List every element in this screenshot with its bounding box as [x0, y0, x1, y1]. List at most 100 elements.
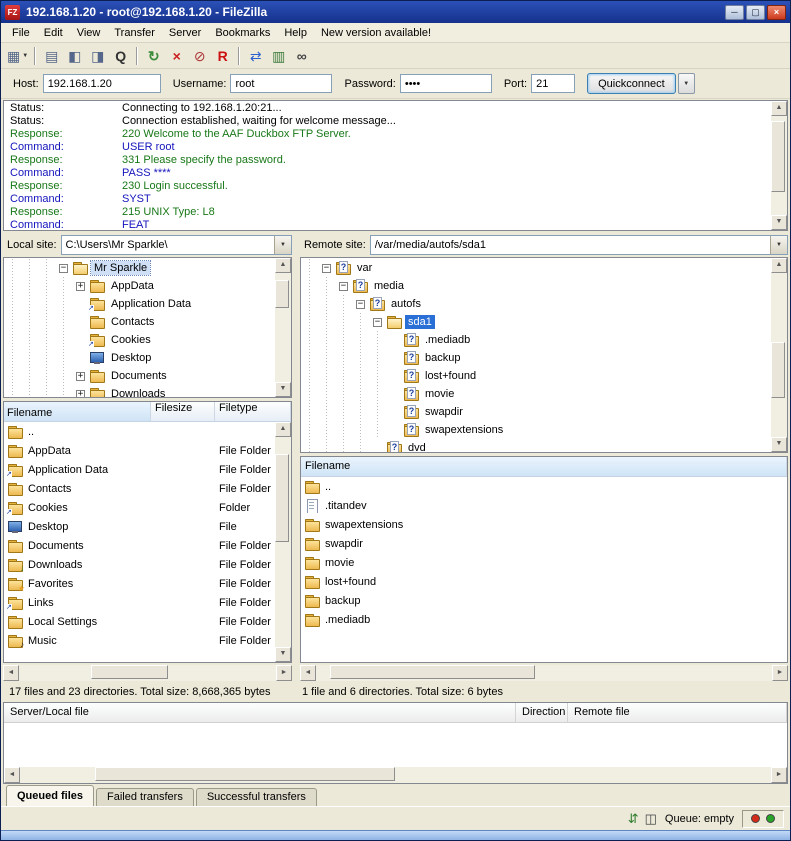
- file-row-titandev[interactable]: .titandev: [301, 496, 787, 515]
- tree-item-media[interactable]: −?media: [301, 277, 771, 295]
- file-row-movie[interactable]: movie: [301, 553, 787, 572]
- expander-minus-icon[interactable]: −: [373, 318, 382, 327]
- scroll-down-button[interactable]: ▼: [771, 437, 787, 452]
- scrollbar-thumb[interactable]: [275, 454, 289, 542]
- file-row-mediadb[interactable]: .mediadb: [301, 610, 787, 629]
- expander-plus-icon[interactable]: +: [76, 372, 85, 381]
- maximize-button[interactable]: ▢: [746, 5, 765, 20]
- file-row-contacts[interactable]: ContactsFile Folder: [4, 479, 275, 498]
- scroll-down-button[interactable]: ▼: [771, 215, 787, 230]
- port-input[interactable]: [531, 74, 575, 93]
- tree-item-sda1[interactable]: −sda1: [301, 313, 771, 331]
- queue-column-direction[interactable]: Direction: [516, 703, 568, 722]
- scroll-left-button[interactable]: ◄: [4, 767, 20, 783]
- scroll-right-button[interactable]: ►: [276, 665, 292, 681]
- menu-item-help[interactable]: Help: [277, 25, 314, 41]
- tree-item-cookies[interactable]: ↗Cookies: [4, 331, 275, 349]
- directory-comparison-icon[interactable]: ◫: [645, 812, 657, 825]
- toolbar-synchronized-browsing-button[interactable]: ⇄: [244, 45, 267, 67]
- tree-item-documents[interactable]: +Documents: [4, 367, 275, 385]
- expander-plus-icon[interactable]: +: [76, 282, 85, 291]
- file-row-application-data[interactable]: ↗Application DataFile Folder: [4, 460, 275, 479]
- file-row-documents[interactable]: DocumentsFile Folder: [4, 536, 275, 555]
- menu-item-view[interactable]: View: [70, 25, 108, 41]
- expander-plus-icon[interactable]: +: [76, 390, 85, 398]
- tree-item-dvd[interactable]: ?dvd: [301, 439, 771, 452]
- toolbar-toggle-remote-tree-button[interactable]: ◨: [86, 45, 109, 67]
- file-row-music[interactable]: ♪MusicFile Folder: [4, 631, 275, 650]
- column-header-filename-remote[interactable]: Filename: [301, 457, 787, 476]
- scroll-left-button[interactable]: ◄: [3, 665, 19, 681]
- toolbar-toggle-message-log-button[interactable]: ▤: [40, 45, 63, 67]
- scrollbar-thumb[interactable]: [771, 121, 785, 192]
- toolbar-cancel-button[interactable]: ×: [165, 45, 188, 67]
- scrollbar-thumb[interactable]: [771, 342, 785, 398]
- tree-item-movie[interactable]: ?movie: [301, 385, 771, 403]
- vertical-scrollbar[interactable]: ▲▼: [771, 258, 787, 452]
- column-header-filesize[interactable]: Filesize: [151, 402, 215, 421]
- remote-hscroll[interactable]: ◄►: [300, 665, 788, 681]
- column-header-filetype[interactable]: Filetype: [215, 402, 291, 421]
- file-row-swapdir[interactable]: swapdir: [301, 534, 787, 553]
- close-button[interactable]: ×: [767, 5, 786, 20]
- file-row-favorites[interactable]: ★FavoritesFile Folder: [4, 574, 275, 593]
- queue-column-remote-file[interactable]: Remote file: [568, 703, 787, 722]
- file-row-up[interactable]: ..: [301, 477, 787, 496]
- remote-site-dropdown-button[interactable]: ▼: [770, 236, 787, 254]
- quickconnect-dropdown-button[interactable]: ▼: [678, 73, 695, 94]
- minimize-button[interactable]: ─: [725, 5, 744, 20]
- scroll-down-button[interactable]: ▼: [275, 382, 291, 397]
- tree-item-desktop[interactable]: Desktop: [4, 349, 275, 367]
- tree-item-mr-sparkle[interactable]: −Mr Sparkle: [4, 259, 275, 277]
- vertical-scrollbar[interactable]: ▲▼: [275, 422, 291, 662]
- tree-item-downloads[interactable]: +↓Downloads: [4, 385, 275, 397]
- toolbar-disconnect-button[interactable]: ⊘: [188, 45, 211, 67]
- scrollbar-thumb[interactable]: [275, 280, 289, 308]
- file-row-backup[interactable]: backup: [301, 591, 787, 610]
- toolbar-refresh-button[interactable]: ↻: [142, 45, 165, 67]
- tree-item-mediadb[interactable]: ?.mediadb: [301, 331, 771, 349]
- tree-item-contacts[interactable]: Contacts: [4, 313, 275, 331]
- toolbar-toggle-transfer-queue-button[interactable]: Q: [109, 45, 132, 67]
- queue-hscroll[interactable]: ◄►: [4, 767, 787, 783]
- file-row-swapextensions[interactable]: swapextensions: [301, 515, 787, 534]
- queue-column-local-file[interactable]: Server/Local file: [4, 703, 516, 722]
- expander-minus-icon[interactable]: −: [59, 264, 68, 273]
- tree-item-autofs[interactable]: −?autofs: [301, 295, 771, 313]
- file-row-cookies[interactable]: ↗CookiesFolder: [4, 498, 275, 517]
- file-row-desktop[interactable]: DesktopFile: [4, 517, 275, 536]
- toolbar-find-files-button[interactable]: ∞: [290, 45, 313, 67]
- tree-item-application-data[interactable]: ↗Application Data: [4, 295, 275, 313]
- scroll-down-button[interactable]: ▼: [275, 647, 291, 662]
- scroll-right-button[interactable]: ►: [772, 665, 788, 681]
- scrollbar-thumb[interactable]: [330, 665, 535, 679]
- scroll-up-button[interactable]: ▲: [275, 422, 291, 437]
- vertical-scrollbar[interactable]: ▲▼: [771, 101, 787, 230]
- username-input[interactable]: [230, 74, 332, 93]
- toolbar-toggle-local-tree-button[interactable]: ◧: [63, 45, 86, 67]
- menu-item-edit[interactable]: Edit: [37, 25, 70, 41]
- tree-item-appdata[interactable]: +AppData: [4, 277, 275, 295]
- scroll-left-button[interactable]: ◄: [300, 665, 316, 681]
- menu-item-server[interactable]: Server: [162, 25, 208, 41]
- toolbar-site-manager-button[interactable]: ▦▼: [5, 45, 30, 67]
- recursive-operation-icon[interactable]: ⇵: [628, 812, 639, 825]
- local-site-input[interactable]: [62, 236, 274, 254]
- vertical-scrollbar[interactable]: ▲▼: [275, 258, 291, 397]
- expander-minus-icon[interactable]: −: [322, 264, 331, 273]
- tab-successful-transfers[interactable]: Successful transfers: [196, 788, 317, 806]
- tree-item-var[interactable]: −?var: [301, 259, 771, 277]
- file-row-up[interactable]: ..: [4, 422, 275, 441]
- file-row-downloads[interactable]: ↓DownloadsFile Folder: [4, 555, 275, 574]
- file-row-links[interactable]: ↗LinksFile Folder: [4, 593, 275, 612]
- scrollbar-thumb[interactable]: [91, 665, 168, 679]
- local-hscroll[interactable]: ◄►: [3, 665, 292, 681]
- password-input[interactable]: [400, 74, 492, 93]
- scroll-up-button[interactable]: ▲: [771, 258, 787, 273]
- scroll-up-button[interactable]: ▲: [771, 101, 787, 116]
- toolbar-filter-button[interactable]: ▥: [267, 45, 290, 67]
- menu-item-file[interactable]: File: [5, 25, 37, 41]
- remote-site-input[interactable]: [371, 236, 770, 254]
- tree-item-backup[interactable]: ?backup: [301, 349, 771, 367]
- scroll-right-button[interactable]: ►: [771, 767, 787, 783]
